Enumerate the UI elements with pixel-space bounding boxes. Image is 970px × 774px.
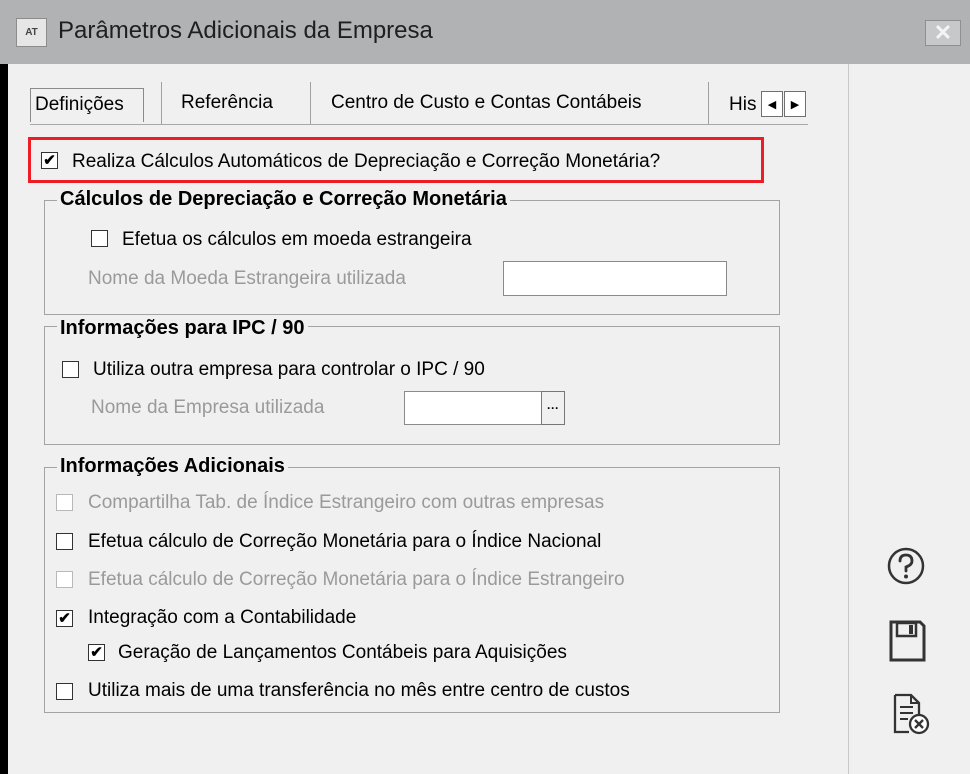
correcao-nacional-checkbox[interactable]: [56, 533, 73, 550]
multiplas-transferencias-label: Utiliza mais de uma transferência no mês…: [88, 680, 630, 701]
window-title: Parâmetros Adicionais da Empresa: [58, 17, 433, 44]
realiza-calculos-checkbox[interactable]: ✔: [41, 152, 58, 169]
close-icon: ✕: [933, 20, 953, 45]
group-depreciacao-title: Cálculos de Depreciação e Correção Monet…: [57, 186, 510, 212]
tab-definicoes[interactable]: Definições: [35, 91, 124, 119]
compartilha-tab-label: Compartilha Tab. de Índice Estrangeiro c…: [88, 492, 605, 513]
tab-scroll-left-button[interactable]: ◀: [761, 91, 783, 117]
correcao-nacional-label: Efetua cálculo de Correção Monetária par…: [88, 531, 602, 552]
tab-separator: [310, 82, 311, 124]
tab-historico[interactable]: His: [729, 91, 759, 119]
integracao-contabilidade-label: Integração com a Contabilidade: [88, 607, 357, 628]
app-icon: AT: [16, 18, 47, 47]
tab-centro-de-custo[interactable]: Centro de Custo e Contas Contábeis: [331, 89, 642, 117]
outra-empresa-checkbox[interactable]: [62, 361, 79, 378]
side-button-panel: [848, 64, 970, 774]
moeda-estrangeira-label: Efetua os cálculos em moeda estrangeira: [122, 229, 472, 250]
group-ipc-title: Informações para IPC / 90: [57, 315, 308, 341]
cancel-document-button[interactable]: [891, 692, 931, 736]
tab-referencia[interactable]: Referência: [181, 89, 273, 117]
help-button[interactable]: [886, 546, 926, 586]
nome-moeda-input[interactable]: [503, 261, 727, 296]
nome-moeda-label: Nome da Moeda Estrangeira utilizada: [88, 268, 406, 289]
correcao-estrangeiro-checkbox[interactable]: [56, 571, 73, 588]
nome-empresa-label: Nome da Empresa utilizada: [91, 397, 325, 418]
integracao-contabilidade-checkbox[interactable]: ✔: [56, 610, 73, 627]
arrow-right-icon: ▶: [790, 98, 800, 111]
geracao-lancamentos-checkbox[interactable]: ✔: [88, 644, 105, 661]
tab-scroll-right-button[interactable]: ▶: [784, 91, 806, 117]
compartilha-tab-checkbox[interactable]: [56, 494, 73, 511]
moeda-estrangeira-checkbox[interactable]: [91, 230, 108, 247]
ellipsis-icon: ···: [547, 401, 559, 415]
window-left-border: [0, 64, 8, 774]
group-depreciacao: [44, 200, 780, 315]
geracao-lancamentos-label: Geração de Lançamentos Contábeis para Aq…: [118, 642, 567, 663]
nome-empresa-input[interactable]: [404, 391, 554, 425]
arrow-left-icon: ◀: [767, 98, 777, 111]
tab-strip-baseline: [30, 124, 808, 125]
document-cancel-icon: [893, 693, 930, 735]
group-ipc: [44, 326, 780, 445]
correcao-estrangeiro-label: Efetua cálculo de Correção Monetária par…: [88, 569, 625, 590]
lookup-button[interactable]: ···: [541, 391, 565, 425]
group-adicionais-title: Informações Adicionais: [57, 453, 288, 479]
save-button[interactable]: [888, 619, 926, 663]
floppy-disk-icon: [889, 620, 926, 662]
realiza-calculos-label: Realiza Cálculos Automáticos de Deprecia…: [72, 151, 661, 172]
help-circle-icon: [887, 547, 925, 585]
multiplas-transferencias-checkbox[interactable]: [56, 683, 73, 700]
tab-separator: [161, 82, 162, 124]
close-button[interactable]: ✕: [925, 20, 961, 46]
tab-separator: [708, 82, 709, 124]
outra-empresa-label: Utiliza outra empresa para controlar o I…: [93, 359, 485, 380]
